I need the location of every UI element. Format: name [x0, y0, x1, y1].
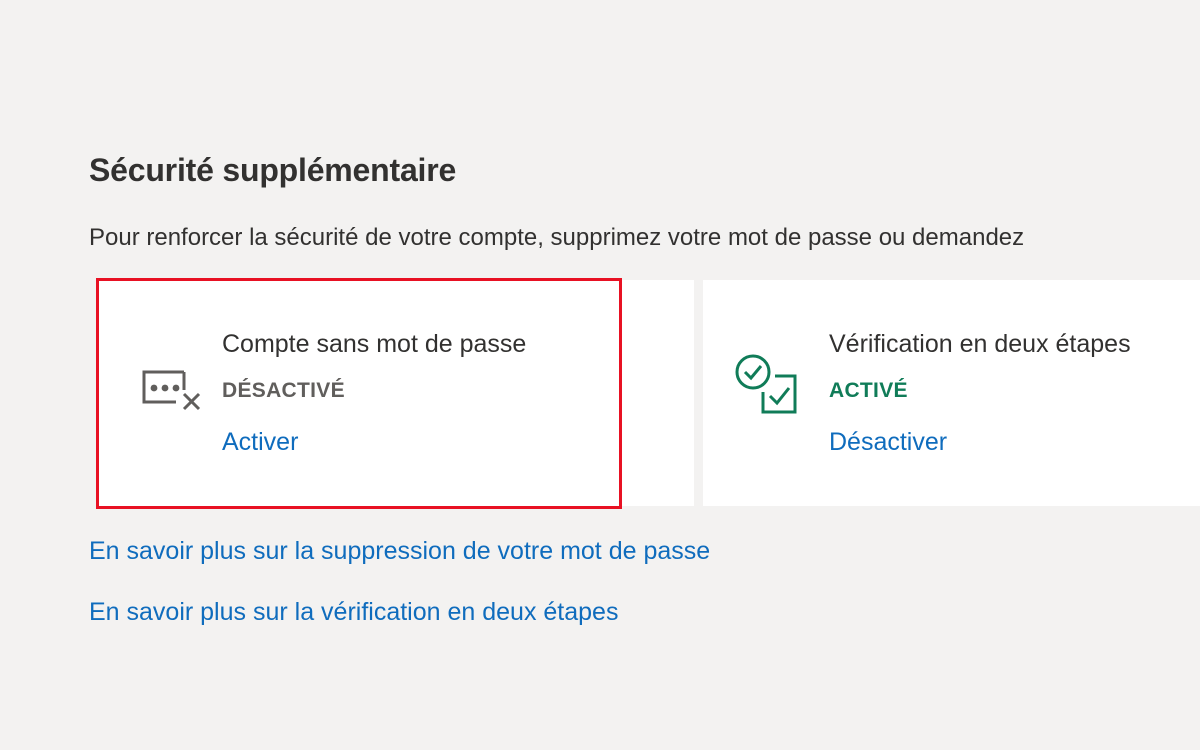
activate-passwordless-link[interactable]: Activer — [222, 428, 298, 457]
passwordless-account-card: Compte sans mot de passe DÉSACTIVÉ Activ… — [96, 280, 694, 506]
learn-more-password-removal-link[interactable]: En savoir plus sur la suppression de vot… — [89, 537, 710, 566]
password-off-icon — [142, 370, 201, 411]
security-page: Sécurité supplémentaire Pour renforcer l… — [0, 0, 1200, 750]
learn-more-two-step-link[interactable]: En savoir plus sur la vérification en de… — [89, 598, 618, 627]
two-step-status-badge: ACTIVÉ — [829, 379, 908, 402]
passwordless-status-badge: DÉSACTIVÉ — [222, 379, 345, 402]
passwordless-card-title: Compte sans mot de passe — [222, 330, 527, 358]
deactivate-two-step-link[interactable]: Désactiver — [829, 428, 947, 457]
section-title: Sécurité supplémentaire — [89, 152, 457, 188]
section-description: Pour renforcer la sécurité de votre comp… — [89, 224, 1025, 251]
two-step-card-title: Vérification en deux étapes — [829, 330, 1131, 358]
two-step-verification-icon — [735, 354, 797, 414]
two-step-verification-card: Vérification en deux étapes ACTIVÉ Désac… — [703, 280, 1200, 506]
